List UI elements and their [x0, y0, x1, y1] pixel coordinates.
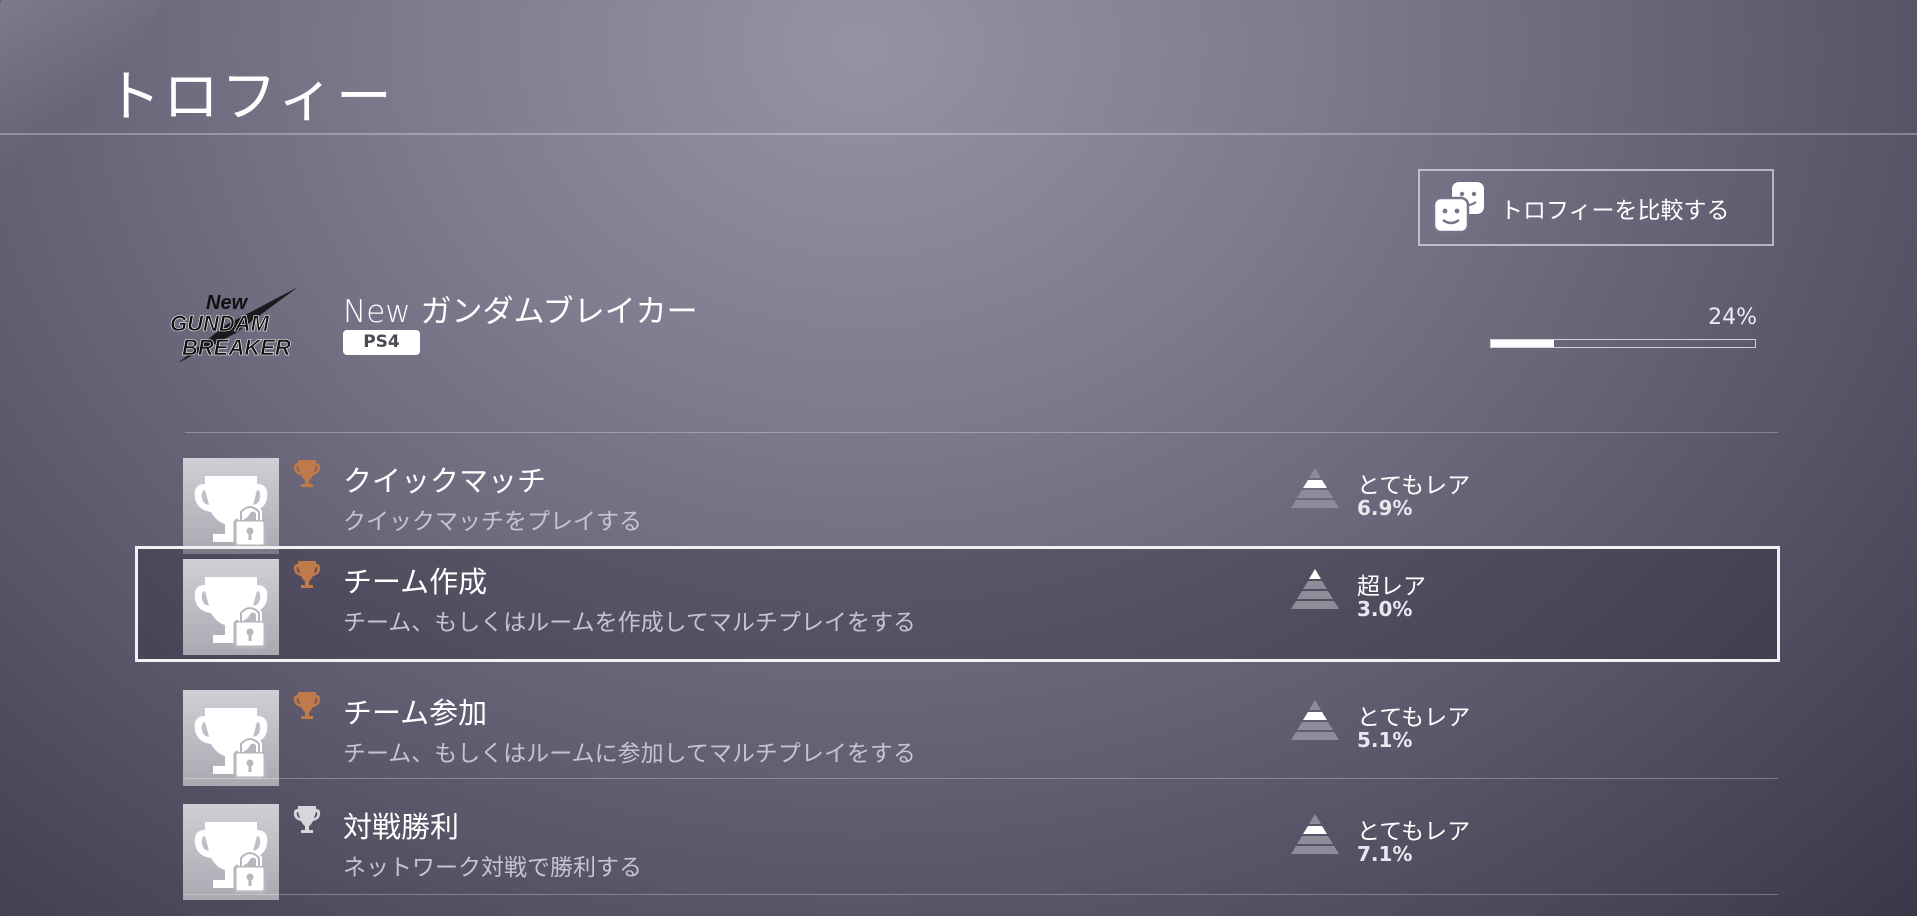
rarity-label: 超レア [1357, 574, 1426, 600]
trophy-description: クイックマッチをプレイする [343, 509, 642, 535]
trophy-row[interactable]: クイックマッチ クイックマッチをプレイする とてもレア 6.9% [135, 440, 1780, 556]
trophy-name: チーム参加 [343, 696, 488, 730]
rarity-pyramid-icon [1291, 569, 1339, 609]
logo-word-2: GUNDAM [170, 311, 270, 336]
header-divider [0, 133, 1917, 135]
rarity-label: とてもレア [1357, 819, 1471, 845]
faces-icon [1432, 181, 1484, 233]
list-divider [185, 778, 1778, 779]
rarity-percent: 7.1% [1357, 842, 1413, 866]
progress-bar [1490, 339, 1756, 348]
rarity-percent: 3.0% [1357, 597, 1413, 621]
compare-trophies-button[interactable]: トロフィーを比較する [1418, 169, 1774, 246]
logo-word-3: BREAKER [182, 335, 291, 360]
progress-bar-fill [1491, 340, 1555, 347]
locked-trophy-icon [183, 458, 279, 554]
locked-trophy-icon [183, 690, 279, 786]
page-title: トロフィー [105, 65, 394, 130]
trophy-name: 対戦勝利 [343, 810, 460, 844]
game-logo: New GUNDAM BREAKER [170, 287, 298, 363]
trophy-description: ネットワーク対戦で勝利する [343, 855, 642, 881]
list-divider [185, 432, 1778, 433]
rarity-percent: 5.1% [1357, 728, 1413, 752]
trophy-row[interactable]: 対戦勝利 ネットワーク対戦で勝利する とてもレア 7.1% [135, 786, 1780, 902]
trophy-description: チーム、もしくはルームに参加してマルチプレイをする [343, 741, 916, 767]
progress-percent: 24% [1708, 305, 1757, 330]
trophy-description: チーム、もしくはルームを作成してマルチプレイをする [343, 610, 916, 636]
locked-trophy-icon [183, 804, 279, 900]
rarity-percent: 6.9% [1357, 496, 1413, 520]
bronze-trophy-icon [293, 460, 321, 487]
rarity-pyramid-icon [1291, 814, 1339, 854]
trophy-row[interactable]: チーム作成 チーム、もしくはルームを作成してマルチプレイをする 超レア 3.0% [135, 546, 1780, 662]
silver-trophy-icon [293, 806, 321, 833]
rarity-label: とてもレア [1357, 473, 1471, 499]
list-divider [185, 894, 1778, 895]
locked-trophy-icon [183, 559, 279, 655]
trophy-name: クイックマッチ [343, 464, 547, 498]
bronze-trophy-icon [293, 692, 321, 719]
trophy-row[interactable]: チーム参加 チーム、もしくはルームに参加してマルチプレイをする とてもレア 5.… [135, 672, 1780, 788]
rarity-label: とてもレア [1357, 705, 1471, 731]
rarity-pyramid-icon [1291, 468, 1339, 508]
bronze-trophy-icon [293, 561, 321, 588]
rarity-pyramid-icon [1291, 700, 1339, 740]
platform-badge: PS4 [343, 330, 420, 355]
trophy-name: チーム作成 [343, 565, 488, 599]
game-title: New ガンダムブレイカー [343, 294, 698, 330]
compare-trophies-label: トロフィーを比較する [1500, 197, 1730, 224]
